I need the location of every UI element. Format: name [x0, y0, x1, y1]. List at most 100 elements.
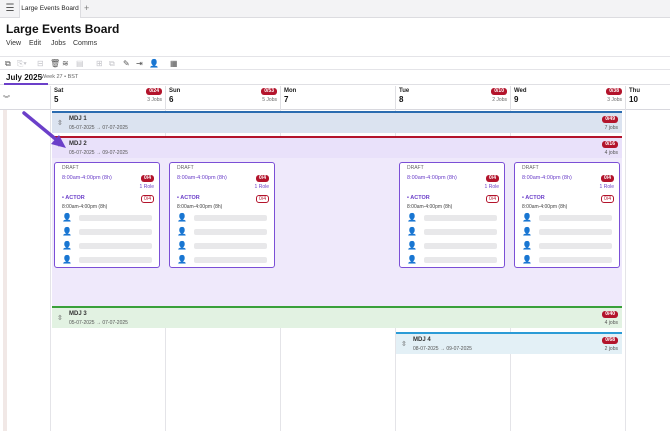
- day-header-mon[interactable]: Mon 7: [280, 86, 395, 110]
- day-jobs-count: 3 Jobs: [147, 97, 162, 103]
- day-name: Tue: [399, 88, 410, 94]
- day-jobs-count: 5 Jobs: [262, 97, 277, 103]
- person-icon: 👤: [407, 213, 417, 222]
- job-band-mdj-2[interactable]: ⌃ MDJ 2 05-07-2025 → 09-07-2025 0/16 4 jobs: [52, 136, 622, 158]
- day-header-sat[interactable]: Sat 5 0/24 3 Jobs: [50, 86, 165, 110]
- band-name: MDJ 3: [69, 311, 87, 317]
- role-slot[interactable]: 👤: [62, 241, 152, 250]
- day-header-sun[interactable]: Sun 6 0/53 5 Jobs: [165, 86, 280, 110]
- person-icon: 👤: [407, 255, 417, 264]
- day-header-thu[interactable]: Thu 10: [625, 86, 670, 110]
- card-role-name: • ACTOR: [522, 195, 545, 201]
- band-jobs-count: 2 jobs: [604, 346, 618, 352]
- band-fill-badge: 0/16: [602, 141, 618, 148]
- day-fill-badge: 0/53: [261, 88, 277, 95]
- job-card[interactable]: DRAFT 8:00am-4:00pm (8h) 0/4 1 Role • ACTOR 0…: [169, 162, 275, 268]
- assign-icon[interactable]: ⇥: [136, 59, 143, 68]
- duplicate-icon[interactable]: ⊟: [37, 59, 44, 68]
- hamburger-menu-icon[interactable]: ☰: [4, 3, 16, 14]
- role-slot[interactable]: 👤: [522, 213, 612, 222]
- card-time: 8:00am-4:00pm (8h): [177, 175, 227, 181]
- menu-view[interactable]: View: [6, 40, 21, 47]
- card-roles-count: 1 Role: [599, 184, 614, 190]
- card-time: 8:00am-4:00pm (8h): [407, 175, 457, 181]
- card-status: DRAFT: [407, 165, 424, 171]
- card-time: 8:00am-4:00pm (8h): [62, 175, 112, 181]
- day-number: 6: [169, 95, 174, 104]
- job-card[interactable]: DRAFT 8:00am-4:00pm (8h) 0/4 1 Role • ACTOR 0…: [399, 162, 505, 268]
- day-header-row: ︾ Sat 5 0/24 3 Jobs Sun 6 0/53 5 Jobs Mon 7 Tue 8 0/…: [0, 86, 670, 110]
- role-slot[interactable]: 👤: [177, 227, 267, 236]
- person-icon: 👤: [407, 227, 417, 236]
- job-card[interactable]: DRAFT 8:00am-4:00pm (8h) 0/4 1 Role • ACTOR 0…: [54, 162, 160, 268]
- role-slot[interactable]: 👤: [522, 241, 612, 250]
- archive-icon[interactable]: ▤: [76, 59, 84, 68]
- move-icon[interactable]: ⊞: [96, 59, 103, 68]
- role-slot[interactable]: 👤: [522, 255, 612, 264]
- copy-to-icon[interactable]: ⧉: [109, 59, 115, 69]
- slot-placeholder: [539, 257, 612, 263]
- person-clock-icon[interactable]: 👤: [149, 59, 159, 68]
- role-slot[interactable]: 👤: [522, 227, 612, 236]
- edit-icon[interactable]: ✎: [123, 59, 130, 68]
- role-slot[interactable]: 👤: [177, 241, 267, 250]
- slot-placeholder: [79, 229, 152, 235]
- band-toggle-icon[interactable]: ⇳: [57, 119, 63, 127]
- tab-large-events-board[interactable]: Large Events Board: [19, 0, 81, 18]
- add-tab-icon[interactable]: +: [84, 3, 89, 13]
- band-name: MDJ 4: [413, 337, 431, 343]
- day-header-wed[interactable]: Wed 9 0/38 3 Jobs: [510, 86, 625, 110]
- card-fill-badge: 0/4: [486, 175, 499, 182]
- slot-placeholder: [194, 243, 267, 249]
- day-name: Mon: [284, 88, 297, 94]
- card-time: 8:00am-4:00pm (8h): [522, 175, 572, 181]
- day-number: 10: [629, 95, 638, 104]
- calendar-icon[interactable]: ▦: [170, 59, 178, 68]
- band-toggle-icon[interactable]: ⌃: [57, 144, 63, 152]
- role-slot[interactable]: 👤: [407, 241, 497, 250]
- band-toggle-icon[interactable]: ⇳: [57, 314, 63, 322]
- band-dates: 05-07-2025 → 07-07-2025: [69, 320, 128, 326]
- column-divider: [625, 110, 626, 431]
- week-label: Week 27 • BST: [41, 74, 79, 80]
- card-roles-count: 1 Role: [139, 184, 154, 190]
- slot-placeholder: [194, 215, 267, 221]
- paste-icon[interactable]: ⎘▾: [17, 59, 27, 69]
- role-slot[interactable]: 👤: [407, 227, 497, 236]
- stack-icon[interactable]: ≋: [62, 59, 69, 68]
- menu-jobs[interactable]: Jobs: [51, 40, 66, 47]
- job-band-mdj-4[interactable]: ⇳ MDJ 4 08-07-2025 → 09-07-2025 0/68 2 jobs: [396, 332, 622, 354]
- job-band-mdj-1[interactable]: ⇳ MDJ 1 05-07-2025 → 07-07-2025 0/49 7 jobs: [52, 111, 622, 133]
- month-underline: [4, 83, 48, 85]
- role-slot[interactable]: 👤: [62, 227, 152, 236]
- slot-placeholder: [79, 243, 152, 249]
- slot-placeholder: [424, 257, 497, 263]
- role-slot[interactable]: 👤: [407, 213, 497, 222]
- job-band-mdj-3[interactable]: ⇳ MDJ 3 05-07-2025 → 07-07-2025 0/40 4 jobs: [52, 306, 622, 328]
- slot-placeholder: [194, 257, 267, 263]
- role-slot[interactable]: 👤: [177, 255, 267, 264]
- slot-placeholder: [424, 229, 497, 235]
- month-label[interactable]: July 2025: [6, 73, 42, 82]
- role-slot[interactable]: 👤: [62, 213, 152, 222]
- person-icon: 👤: [177, 227, 187, 236]
- card-fill-badge: 0/4: [256, 175, 269, 182]
- person-icon: 👤: [522, 241, 532, 250]
- role-slot[interactable]: 👤: [62, 255, 152, 264]
- day-header-tue[interactable]: Tue 8 0/10 2 Jobs: [395, 86, 510, 110]
- day-name: Sun: [169, 88, 181, 94]
- delete-icon[interactable]: 🗑: [50, 59, 60, 68]
- slot-placeholder: [79, 215, 152, 221]
- collapse-all-icon[interactable]: ︾: [3, 94, 10, 104]
- band-jobs-count: 4 jobs: [604, 320, 618, 326]
- menu-edit[interactable]: Edit: [29, 40, 41, 47]
- band-name: MDJ 2: [69, 141, 87, 147]
- role-slot[interactable]: 👤: [177, 213, 267, 222]
- menu-comms[interactable]: Comms: [73, 40, 97, 47]
- band-dates: 05-07-2025 → 07-07-2025: [69, 125, 128, 131]
- band-toggle-icon[interactable]: ⇳: [401, 340, 407, 348]
- copy-icon[interactable]: ⧉: [5, 59, 11, 69]
- job-card[interactable]: DRAFT 8:00am-4:00pm (8h) 0/4 1 Role • ACTOR 0…: [514, 162, 620, 268]
- card-role-badge: 0/4: [601, 195, 614, 203]
- role-slot[interactable]: 👤: [407, 255, 497, 264]
